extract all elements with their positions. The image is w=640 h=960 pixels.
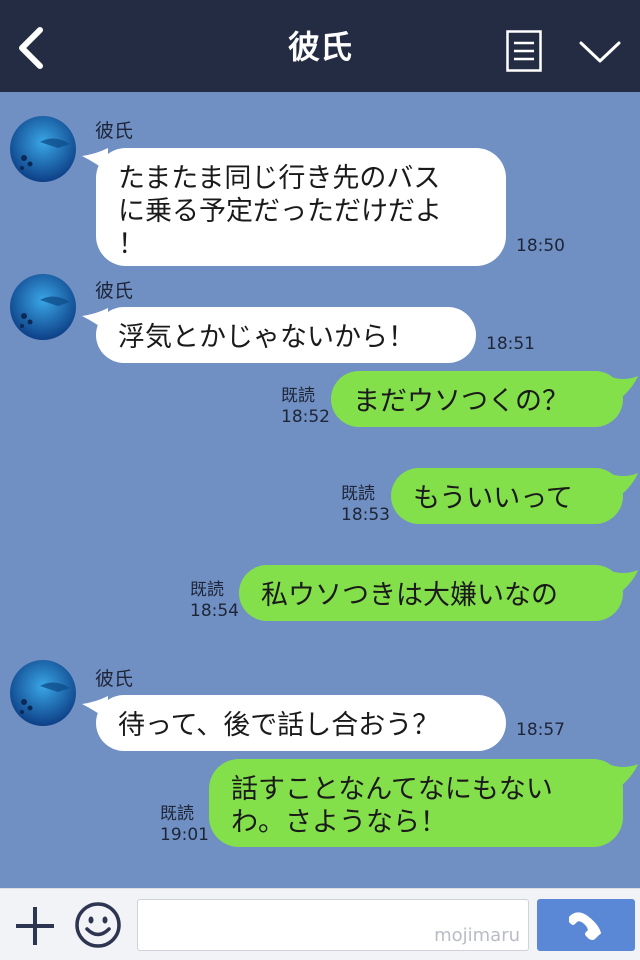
message-line: 話すことなんてなにもない (231, 774, 553, 805)
message-bubble[interactable]: 待って、後で話し合おう？ (96, 695, 506, 751)
memo-icon[interactable] (506, 30, 542, 72)
message-time: 18:53 (341, 505, 390, 525)
phone-icon (569, 912, 601, 940)
emoji-icon[interactable] (74, 901, 122, 949)
message-input[interactable]: mojimaru (137, 899, 529, 951)
message-bubble[interactable]: まだウソつくの？ (331, 371, 623, 427)
message-line: ！ (118, 229, 145, 260)
message-time: 19:01 (160, 825, 209, 845)
message-bubble[interactable]: 私ウソつきは大嫌いなの (239, 565, 623, 621)
bubble-tail (608, 570, 638, 596)
message-time: 18:51 (486, 334, 535, 354)
read-status: 既読 (341, 484, 375, 504)
bubble-tail (608, 376, 638, 402)
message-line: 浮気とかじゃないから！ (118, 322, 415, 353)
message-line: まだウソつくの？ (353, 386, 569, 417)
chat-area[interactable]: 彼氏 たまたま同じ行き先のバス に乗る予定だっただけだよ ！ 18:50 彼氏 … (0, 92, 640, 888)
chat-title: 彼氏 (287, 28, 352, 66)
message-bubble[interactable]: 浮気とかじゃないから！ (96, 307, 476, 363)
bubble-tail (608, 764, 638, 790)
avatar[interactable] (10, 660, 76, 726)
read-status: 既読 (160, 804, 194, 824)
message-bubble[interactable]: たまたま同じ行き先のバス に乗る予定だっただけだよ ！ (96, 148, 506, 266)
message-meta: 既読 19:01 (160, 804, 209, 846)
avatar[interactable] (10, 116, 76, 182)
plus-icon[interactable] (14, 905, 56, 947)
avatar[interactable] (10, 274, 76, 340)
message-bubble[interactable]: もういいって (391, 468, 623, 524)
message-line: 私ウソつきは大嫌いなの (261, 580, 558, 611)
message-meta: 既読 18:54 (190, 580, 239, 622)
message-meta: 既読 18:52 (281, 386, 330, 428)
chat-header: 彼氏 (0, 0, 640, 92)
input-bar: mojimaru (0, 888, 640, 960)
message-line: たまたま同じ行き先のバス (118, 163, 441, 194)
call-button[interactable] (537, 899, 635, 951)
watermark: mojimaru (434, 925, 520, 946)
message-time: 18:52 (281, 407, 330, 427)
message-meta: 既読 18:53 (341, 484, 390, 526)
message-line: に乗る予定だっただけだよ (118, 196, 442, 227)
read-status: 既読 (190, 580, 224, 600)
message-time: 18:57 (516, 720, 565, 740)
message-time: 18:54 (190, 601, 239, 621)
chevron-down-icon[interactable] (578, 38, 622, 66)
read-status: 既読 (281, 386, 315, 406)
sender-name: 彼氏 (95, 668, 134, 690)
sender-name: 彼氏 (95, 120, 134, 142)
message-time: 18:50 (516, 236, 565, 256)
message-line: 待って、後で話し合おう？ (118, 710, 440, 741)
sender-name: 彼氏 (95, 280, 134, 302)
message-bubble[interactable]: 話すことなんてなにもない わ。さようなら！ (209, 759, 623, 847)
message-line: わ。さようなら！ (231, 807, 447, 838)
message-line: もういいって (413, 483, 573, 514)
bubble-tail (608, 473, 638, 499)
